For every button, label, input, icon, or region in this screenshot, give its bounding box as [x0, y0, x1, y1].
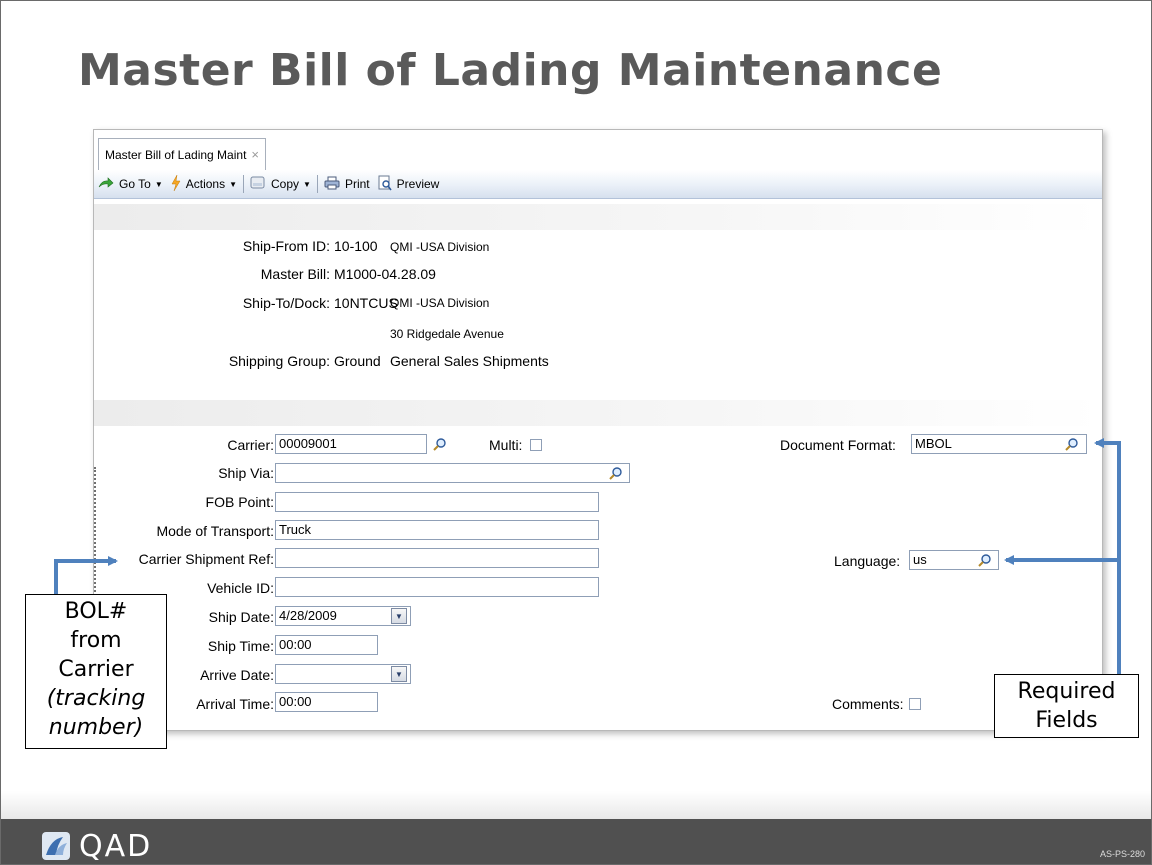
- preview-icon: [378, 175, 392, 194]
- fob-point-input[interactable]: [275, 492, 599, 512]
- bol-callout-line: (tracking: [46, 686, 146, 711]
- chevron-down-icon: ▼: [229, 179, 238, 189]
- document-format-lookup-button[interactable]: [1062, 435, 1082, 453]
- carrier-shipment-ref-label: Carrier Shipment Ref:: [138, 551, 274, 567]
- search-icon: [433, 438, 446, 451]
- arrival-time-input[interactable]: 00:00: [275, 692, 378, 712]
- ship-via-lookup-button[interactable]: [606, 464, 626, 482]
- bol-callout-line: BOL#: [64, 599, 128, 624]
- tab-strip: Master Bill of Lading Maint ×: [94, 130, 1102, 171]
- slide-title: Master Bill of Lading Maintenance: [78, 45, 943, 96]
- bol-callout-line: from: [70, 628, 122, 653]
- ship-from-label: Ship-From ID:: [242, 238, 330, 254]
- ship-to-description: QMI -USA Division: [390, 296, 490, 310]
- bol-callout-line: Carrier: [58, 657, 134, 682]
- language-lookup-button[interactable]: [975, 551, 995, 569]
- collapse-handle[interactable]: [94, 467, 102, 607]
- document-format-input[interactable]: MBOL: [911, 434, 1087, 454]
- slide-code: AS-PS-280: [1099, 849, 1145, 859]
- print-label: Print: [344, 177, 370, 191]
- tab-master-bill-of-lading[interactable]: Master Bill of Lading Maint ×: [98, 138, 266, 170]
- ship-via-input[interactable]: [275, 463, 630, 483]
- print-button[interactable]: Print: [320, 172, 374, 196]
- vehicle-id-input[interactable]: [275, 577, 599, 597]
- carrier-label: Carrier:: [227, 437, 274, 453]
- toolbar-divider: [243, 175, 245, 193]
- master-bill-value: M1000-04.28.09: [334, 266, 436, 282]
- document-format-label: Document Format:: [780, 437, 896, 453]
- footer-band: [1, 791, 1151, 819]
- ship-date-dropdown-button[interactable]: ▼: [391, 608, 407, 624]
- chevron-down-icon: ▼: [303, 179, 311, 189]
- section-band: [94, 400, 1102, 426]
- required-fields-callout: Required Fields: [994, 674, 1139, 738]
- app-window: Master Bill of Lading Maint × Go To ▼ Ac…: [93, 129, 1103, 731]
- shipping-group-value: Ground: [334, 353, 381, 369]
- copy-button[interactable]: Copy ▼: [246, 172, 315, 196]
- arrive-date-dropdown-button[interactable]: ▼: [391, 666, 407, 682]
- copy-icon: [250, 176, 266, 193]
- qad-logo-icon: [42, 832, 70, 860]
- master-bill-label: Master Bill:: [260, 266, 330, 282]
- search-icon: [978, 554, 991, 567]
- printer-icon: [324, 176, 340, 193]
- ship-from-value: 10-100: [334, 238, 378, 254]
- ship-date-label: Ship Date:: [208, 609, 274, 625]
- actions-label: Actions: [185, 177, 226, 191]
- preview-label: Preview: [396, 177, 440, 191]
- required-callout-line: Required: [1017, 679, 1116, 704]
- ship-from-description: QMI -USA Division: [390, 240, 490, 254]
- bol-callout-line: number): [48, 715, 144, 740]
- qad-logo: QAD: [41, 828, 153, 864]
- ship-via-label: Ship Via:: [218, 465, 274, 481]
- chevron-down-icon: ▼: [395, 611, 403, 621]
- mode-of-transport-label: Mode of Transport:: [156, 523, 274, 539]
- goto-label: Go To: [119, 177, 151, 191]
- multi-checkbox[interactable]: [530, 439, 542, 451]
- actions-button[interactable]: Actions ▼: [167, 172, 241, 196]
- mode-of-transport-input[interactable]: Truck: [275, 520, 599, 540]
- footer: QAD AS-PS-280: [1, 819, 1151, 864]
- chevron-down-icon: ▼: [395, 669, 403, 679]
- required-callout-line: Fields: [1035, 708, 1098, 733]
- shipping-group-label: Shipping Group:: [228, 353, 330, 369]
- vehicle-id-label: Vehicle ID:: [207, 580, 274, 596]
- carrier-shipment-ref-input[interactable]: [275, 548, 599, 568]
- tab-label: Master Bill of Lading Maint: [105, 147, 247, 162]
- brand-name: QAD: [79, 828, 153, 864]
- goto-button[interactable]: Go To ▼: [94, 172, 167, 196]
- section-band: [94, 204, 1102, 230]
- ship-to-value: 10NTCUS: [334, 295, 398, 311]
- language-label: Language:: [834, 553, 901, 569]
- slide: Master Bill of Lading Maintenance Master…: [0, 0, 1152, 865]
- goto-arrow-icon: [98, 176, 114, 192]
- close-icon[interactable]: ×: [251, 147, 259, 162]
- search-icon: [609, 467, 622, 480]
- copy-label: Copy: [271, 177, 300, 191]
- multi-label: Multi:: [489, 437, 523, 453]
- arrival-time-label: Arrival Time:: [196, 696, 274, 712]
- fob-point-label: FOB Point:: [205, 494, 274, 510]
- comments-checkbox[interactable]: [909, 698, 921, 710]
- bol-callout: BOL# from Carrier (tracking number): [25, 594, 167, 749]
- ship-time-input[interactable]: 00:00: [275, 635, 378, 655]
- ship-to-address: 30 Ridgedale Avenue: [390, 327, 504, 341]
- arrive-date-label: Arrive Date:: [200, 667, 274, 683]
- chevron-down-icon: ▼: [154, 179, 163, 189]
- carrier-input[interactable]: 00009001: [275, 434, 427, 454]
- comments-label: Comments:: [832, 696, 904, 712]
- toolbar: Go To ▼ Actions ▼ Copy ▼ Print Preview: [94, 170, 1102, 199]
- shipping-group-description: General Sales Shipments: [390, 353, 549, 369]
- lightning-icon: [171, 174, 181, 194]
- carrier-lookup-button[interactable]: [430, 435, 450, 453]
- ship-time-label: Ship Time:: [207, 638, 274, 654]
- search-icon: [1065, 438, 1078, 451]
- preview-button[interactable]: Preview: [374, 172, 444, 196]
- ship-to-label: Ship-To/Dock:: [242, 295, 330, 311]
- toolbar-divider: [316, 175, 318, 193]
